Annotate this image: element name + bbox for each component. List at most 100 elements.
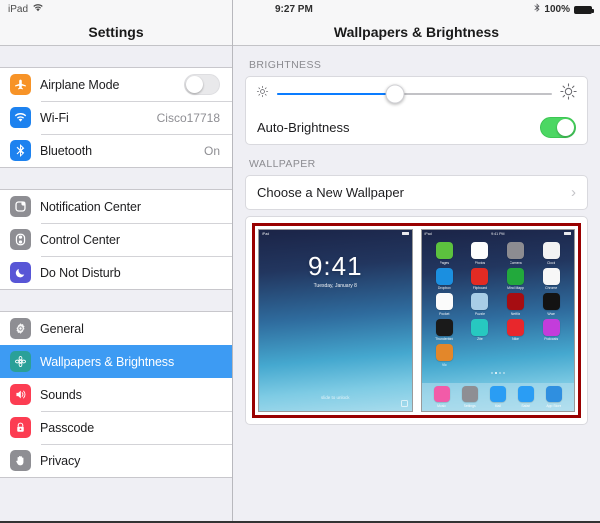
moon-icon <box>10 262 31 283</box>
sun-large-icon <box>560 83 577 105</box>
preview-battery-icon <box>564 232 571 235</box>
choose-new-wallpaper-label: Choose a New Wallpaper <box>257 185 404 200</box>
app-item[interactable]: Nike <box>500 318 532 341</box>
sidebar-item-label: Do Not Disturb <box>40 265 121 280</box>
app-item[interactable]: Pocket <box>429 293 461 316</box>
bluetooth-icon <box>534 3 540 16</box>
sidebar-gap-top <box>0 46 232 67</box>
sidebar-gap-bottom <box>0 478 232 499</box>
sidebar-item-passcode[interactable]: Passcode <box>0 411 232 444</box>
page-dots <box>422 371 575 374</box>
dock-item[interactable]: Mail <box>489 386 506 408</box>
dock-item[interactable]: Safari <box>517 386 534 408</box>
bluetooth-state-value: On <box>203 143 220 158</box>
app-label: App Store <box>546 403 562 408</box>
sidebar-item-general[interactable]: General <box>0 312 232 345</box>
sidebar-item-bluetooth[interactable]: Bluetooth On <box>0 134 232 167</box>
detail-status-bar: 9:27 PM 100% <box>233 0 600 19</box>
page-dot-active <box>494 371 497 374</box>
auto-brightness-label: Auto-Brightness <box>257 120 350 135</box>
app-item[interactable]: Chrome <box>535 267 567 290</box>
app-item[interactable]: Puzzle <box>464 293 496 316</box>
sidebar-item-control-center[interactable]: Control Center <box>0 223 232 256</box>
preview-device: iPad <box>424 231 432 236</box>
app-item[interactable]: Podcasts <box>535 318 567 341</box>
app-item[interactable]: Camera <box>500 242 532 265</box>
app-label: Nike <box>512 337 519 341</box>
app-icon <box>507 267 525 285</box>
dock-item[interactable]: App Store <box>545 386 562 408</box>
brightness-section-header: BRIGHTNESS <box>249 59 322 71</box>
app-label: Mail <box>494 403 501 408</box>
app-label: Photos <box>474 260 486 265</box>
app-item[interactable]: Clock <box>535 242 567 265</box>
app-item[interactable]: Flipboard <box>464 267 496 290</box>
speaker-icon <box>10 384 31 405</box>
auto-brightness-row[interactable]: Auto-Brightness <box>246 111 587 144</box>
sidebar-item-label: Privacy <box>40 453 81 468</box>
sidebar-item-notification-center[interactable]: Notification Center <box>0 190 232 223</box>
app-label: Puzzle <box>474 311 486 316</box>
lock-time: 9:41 <box>307 251 363 281</box>
app-item[interactable]: Pages <box>429 242 461 265</box>
app-icon <box>471 267 489 285</box>
home-dock: Music Settings Mail Safari App Store <box>421 383 574 411</box>
app-label: Dropbox <box>437 286 451 290</box>
app-item[interactable]: Thunderbird <box>429 318 461 341</box>
app-icon <box>471 293 489 310</box>
sidebar-item-label: Notification Center <box>40 199 141 214</box>
sidebar-item-privacy[interactable]: Privacy <box>0 444 232 477</box>
app-item[interactable]: Wwe <box>535 293 567 316</box>
sidebar-item-label: General <box>40 321 84 336</box>
sidebar-group-system: General Wallpapers & Brightness Sounds P… <box>0 311 232 478</box>
app-label: Zite <box>477 337 483 341</box>
sidebar-item-wallpapers-brightness[interactable]: Wallpapers & Brightness <box>0 345 232 378</box>
app-label: Mind Mapp <box>507 286 524 290</box>
brightness-slider-thumb[interactable] <box>385 84 405 104</box>
sun-small-icon <box>256 85 269 103</box>
gear-icon <box>10 318 31 339</box>
app-item[interactable]: Vlc <box>429 344 461 367</box>
app-label: Pocket <box>439 311 450 316</box>
brightness-slider-fill <box>277 93 396 95</box>
sidebar-gap-2 <box>0 290 232 311</box>
sidebar-item-wifi[interactable]: Wi-Fi Cisco17718 <box>0 101 232 134</box>
dock-item[interactable]: Music <box>433 386 450 408</box>
auto-brightness-toggle[interactable] <box>540 117 576 138</box>
sidebar-item-sounds[interactable]: Sounds <box>0 378 232 411</box>
brightness-slider-track[interactable] <box>277 84 552 104</box>
sidebar-item-label: Wi-Fi <box>40 110 69 125</box>
airplane-mode-toggle[interactable] <box>184 74 220 95</box>
app-icon <box>435 318 453 336</box>
sidebar-item-label: Bluetooth <box>40 143 92 158</box>
home-screen-preview[interactable]: iPad 9:41 PM Pages Photos Camera Clock D… <box>420 229 575 412</box>
detail-pane: 9:27 PM 100% Wallpapers & Brightness BRI… <box>233 0 600 521</box>
lock-screen-preview[interactable]: iPad 9:41 Tuesday, January 8 slide to un… <box>258 229 413 412</box>
sidebar-item-airplane-mode[interactable]: Airplane Mode <box>0 68 232 101</box>
app-label: Chrome <box>545 286 558 290</box>
app-item[interactable]: Zite <box>464 318 496 341</box>
detail-title: Wallpapers & Brightness <box>233 19 600 46</box>
home-app-grid: Pages Photos Camera Clock Dropbox Flipbo… <box>422 237 575 367</box>
app-icon <box>542 267 560 285</box>
lock-icon <box>10 417 31 438</box>
brightness-slider-row[interactable] <box>246 77 587 111</box>
settings-sidebar: iPad Settings Airplane Mode Wi-Fi Cisco1… <box>0 0 233 521</box>
app-label: Camera <box>509 260 522 265</box>
app-item[interactable]: Dropbox <box>429 267 461 290</box>
notification-center-icon <box>10 196 31 217</box>
app-label: Music <box>437 403 446 408</box>
app-item[interactable]: Mind Mapp <box>500 267 532 290</box>
app-label: Clock <box>546 260 556 265</box>
app-item[interactable]: Photos <box>464 242 496 265</box>
sidebar-list[interactable]: Airplane Mode Wi-Fi Cisco17718 Bluetooth… <box>0 46 232 521</box>
app-icon <box>507 318 525 336</box>
sidebar-item-do-not-disturb[interactable]: Do Not Disturb <box>0 256 232 289</box>
app-icon <box>433 386 450 403</box>
choose-new-wallpaper-row[interactable]: Choose a New Wallpaper › <box>246 176 587 209</box>
wallpaper-highlight-frame: iPad 9:41 Tuesday, January 8 slide to un… <box>252 223 581 418</box>
app-item[interactable]: Netflix <box>500 293 532 316</box>
lock-date: Tuesday, January 8 <box>313 283 357 289</box>
sidebar-group-centers: Notification Center Control Center Do No… <box>0 189 232 290</box>
dock-item[interactable]: Settings <box>461 386 478 408</box>
